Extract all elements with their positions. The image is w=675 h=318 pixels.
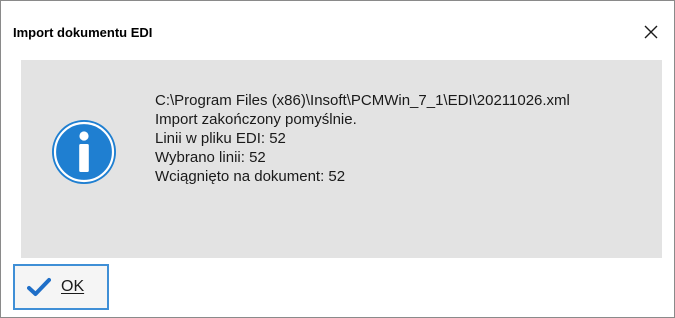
message-line-file-path: C:\Program Files (x86)\Insoft\PCMWin_7_1… — [155, 92, 570, 109]
message-line-status: Import zakończony pomyślnie. — [155, 111, 357, 128]
ok-button-label: OK — [61, 278, 85, 295]
close-button[interactable] — [636, 17, 666, 47]
checkmark-icon — [27, 278, 51, 296]
dialog-title: Import dokumentu EDI — [13, 25, 153, 40]
message-line-selected-lines: Wybrano linii: 52 — [155, 149, 266, 166]
title-bar: Import dokumentu EDI — [1, 1, 674, 59]
info-icon — [52, 120, 116, 184]
message-panel: C:\Program Files (x86)\Insoft\PCMWin_7_1… — [21, 60, 662, 258]
message-text: C:\Program Files (x86)\Insoft\PCMWin_7_1… — [155, 91, 570, 186]
message-line-imported-lines: Wciągnięto na dokument: 52 — [155, 168, 346, 185]
message-line-edi-lines: Linii w pliku EDI: 52 — [155, 130, 286, 147]
ok-button[interactable]: OK — [13, 264, 109, 310]
button-bar: OK — [1, 258, 674, 317]
close-icon — [644, 25, 658, 39]
import-dialog: Import dokumentu EDI C:\Program Files (x… — [0, 0, 675, 318]
